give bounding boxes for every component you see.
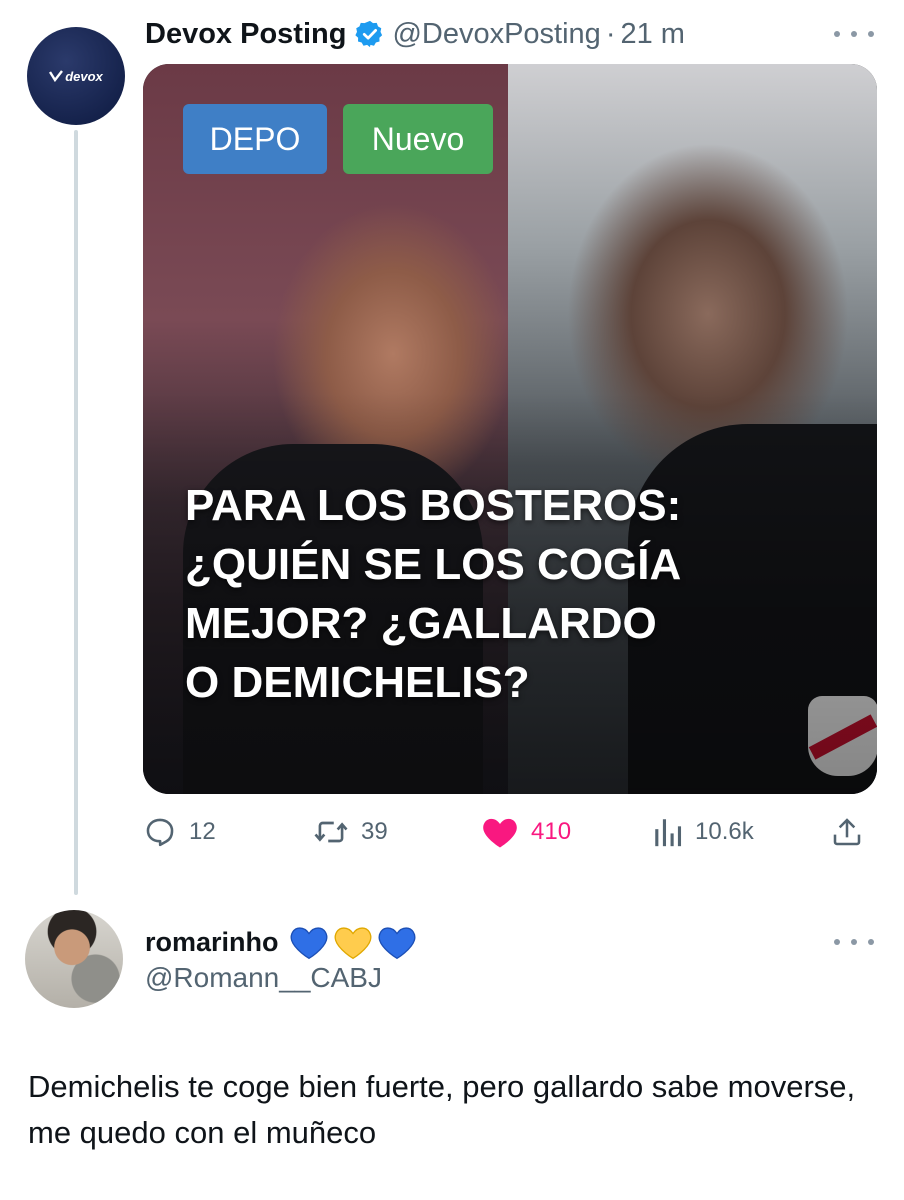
avatar-devox[interactable]: devox: [27, 27, 125, 125]
more-dot: [851, 939, 857, 945]
devox-logo-mark-icon: [49, 70, 64, 82]
yellow-heart-emoji-icon: [334, 927, 371, 960]
views-count: 10.6k: [695, 818, 754, 845]
more-options-icon[interactable]: [834, 930, 874, 954]
blue-heart-emoji-icon: [290, 927, 327, 960]
like-count: 410: [531, 818, 572, 845]
devox-logo: devox: [49, 69, 103, 84]
headline-line: PARA LOS BOSTEROS:: [185, 481, 682, 530]
reply-author-handle[interactable]: @Romann__CABJ: [145, 962, 382, 994]
badge-nuevo: Nuevo: [343, 104, 493, 174]
author-display-name[interactable]: Devox Posting: [145, 18, 346, 51]
views-button[interactable]: 10.6k: [653, 810, 754, 854]
like-button[interactable]: 410: [481, 810, 571, 854]
reply-author-display-name[interactable]: romarinho: [145, 927, 279, 958]
heart-filled-icon: [483, 818, 517, 848]
reply-text: Demichelis te coge bien fuerte, pero gal…: [28, 1069, 856, 1150]
retweet-icon: [314, 821, 348, 843]
headline-line: ¿QUIÉN SE LOS COGÍA: [185, 540, 682, 589]
devox-logo-text: devox: [65, 68, 103, 84]
more-options-icon[interactable]: [834, 22, 874, 46]
more-dot: [851, 31, 857, 37]
more-dot: [834, 31, 840, 37]
author-handle[interactable]: @DevoxPosting: [392, 18, 600, 51]
reply-icon: [146, 818, 174, 847]
tweet-header: Devox Posting @DevoxPosting · 21 m: [145, 14, 685, 54]
more-dot: [834, 939, 840, 945]
reply-count: 12: [189, 818, 216, 845]
badge-depo: DEPO: [183, 104, 327, 174]
media-headline: PARA LOS BOSTEROS: ¿QUIÉN SE LOS COGÍA M…: [185, 476, 865, 712]
share-button[interactable]: [831, 810, 863, 854]
thread-connector-line: [74, 130, 78, 895]
tweet-action-bar: 12 39 410 10.6k: [143, 810, 877, 854]
avatar-romarinho[interactable]: [25, 910, 123, 1008]
share-icon: [833, 818, 861, 846]
more-dot: [868, 939, 874, 945]
separator-dot: ·: [605, 17, 616, 50]
tweet-thread: devox Devox Posting @DevoxPosting · 21 m…: [0, 0, 904, 1200]
views-chart-icon: [655, 819, 682, 847]
retweet-count: 39: [361, 818, 388, 845]
retweet-button[interactable]: 39: [313, 810, 388, 854]
blue-heart-emoji-icon: [378, 927, 415, 960]
headline-line: MEJOR? ¿GALLARDO: [185, 599, 657, 648]
headline-line: O DEMICHELIS?: [185, 658, 530, 707]
reply-header: romarinho: [145, 920, 421, 964]
tweet-media-image[interactable]: DEPO Nuevo PARA LOS BOSTEROS: ¿QUIÉN SE …: [143, 64, 877, 794]
verified-badge-icon: [355, 19, 385, 49]
tweet-timestamp[interactable]: 21 m: [620, 18, 684, 51]
reply-button[interactable]: 12: [143, 810, 216, 854]
more-dot: [868, 31, 874, 37]
